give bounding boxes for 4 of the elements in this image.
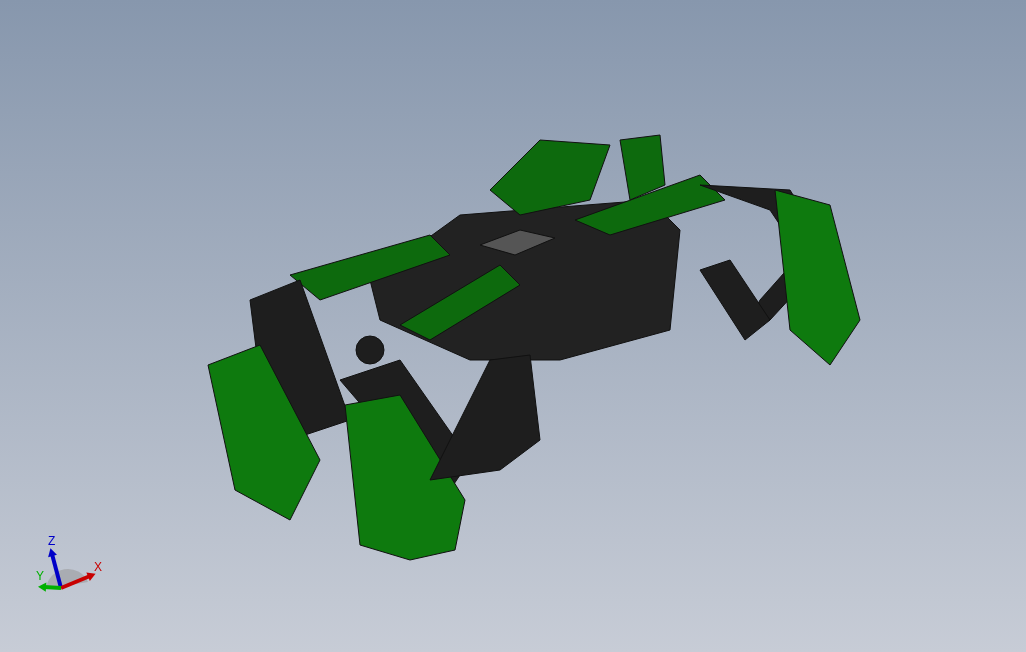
axis-label: X — [94, 560, 102, 574]
axis-label: Z — [48, 534, 56, 548]
axis-label: Y — [36, 569, 44, 583]
triad-dome-drawing — [46, 569, 88, 589]
